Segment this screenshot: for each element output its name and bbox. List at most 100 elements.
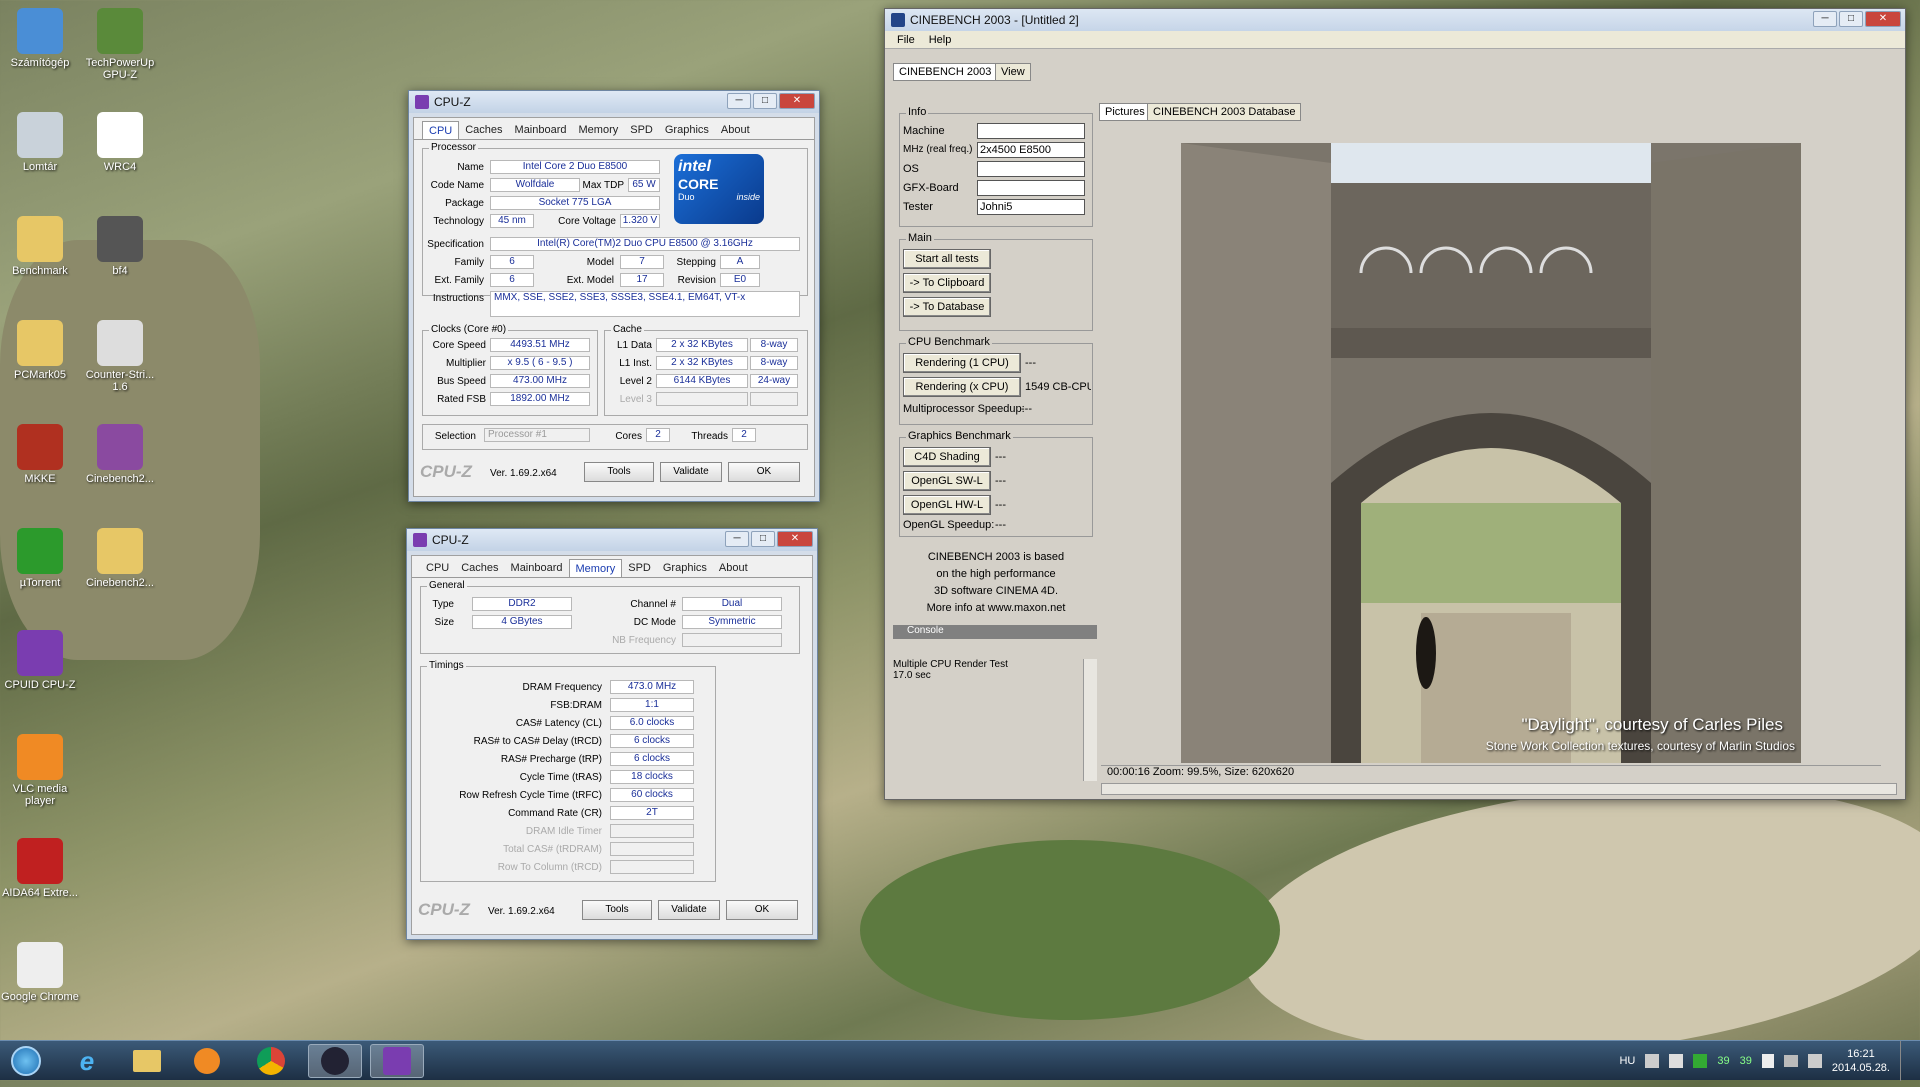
cpuz-icon xyxy=(17,630,63,676)
close-button[interactable]: ✕ xyxy=(779,93,815,109)
desktop-icon[interactable]: Lomtár xyxy=(0,112,80,173)
label: DC Mode xyxy=(633,617,676,628)
tab-mainboard[interactable]: Mainboard xyxy=(509,121,573,139)
desktop-icon[interactable]: MKKE xyxy=(0,424,80,485)
timing-label: DRAM Idle Timer xyxy=(525,826,602,837)
desktop-icon[interactable]: bf4 xyxy=(80,216,160,277)
desktop-icon[interactable]: WRC4 xyxy=(80,112,160,173)
clock[interactable]: 16:21 2014.05.28. xyxy=(1832,1047,1890,1075)
ok-button[interactable]: OK xyxy=(726,900,798,920)
ie-taskbar-button[interactable]: e xyxy=(60,1044,114,1078)
tab-spd[interactable]: SPD xyxy=(622,559,657,577)
menu-file[interactable]: File xyxy=(897,34,915,46)
gfx-input[interactable] xyxy=(977,180,1085,196)
desktop-icon[interactable]: Google Chrome xyxy=(0,942,80,1003)
close-button[interactable]: ✕ xyxy=(1865,11,1901,27)
tab-cinebench[interactable]: CINEBENCH 2003 xyxy=(893,63,998,81)
tools-button[interactable]: Tools xyxy=(582,900,652,920)
desktop-icon[interactable]: CPUID CPU-Z xyxy=(0,630,80,691)
minimize-button[interactable]: ─ xyxy=(1813,11,1837,27)
volume-icon[interactable] xyxy=(1807,1054,1822,1068)
label: Stepping xyxy=(676,257,716,268)
tab-view[interactable]: View xyxy=(995,63,1031,81)
tab-cpu[interactable]: CPU xyxy=(420,559,455,577)
clock-time: 16:21 xyxy=(1847,1048,1875,1060)
tab-graphics[interactable]: Graphics xyxy=(657,559,713,577)
validate-button[interactable]: Validate xyxy=(658,900,720,920)
menu-help[interactable]: Help xyxy=(929,34,952,46)
cinebench-titlebar[interactable]: CINEBENCH 2003 - [Untitled 2] ─ □ ✕ xyxy=(885,9,1905,31)
console-scrollbar[interactable] xyxy=(1083,659,1097,781)
os-input[interactable] xyxy=(977,161,1085,177)
timing-label: Row Refresh Cycle Time (tRFC) xyxy=(459,790,602,801)
to-database-button[interactable]: -> To Database xyxy=(903,297,991,317)
maximize-button[interactable]: □ xyxy=(751,531,775,547)
desktop-icon-label: CPUID CPU-Z xyxy=(4,679,76,691)
desktop-icon[interactable]: Cinebench2... xyxy=(80,528,160,589)
desktop-icon[interactable]: TechPowerUp GPU-Z xyxy=(80,8,160,81)
tab-graphics[interactable]: Graphics xyxy=(659,121,715,139)
minimize-button[interactable]: ─ xyxy=(727,93,751,109)
desktop-icon[interactable]: Számítógép xyxy=(0,8,80,69)
l1d-way-field: 8-way xyxy=(750,338,798,352)
close-button[interactable]: ✕ xyxy=(777,531,813,547)
start-all-tests-button[interactable]: Start all tests xyxy=(903,249,991,269)
processor-select[interactable]: Processor #1 xyxy=(484,428,590,442)
mediaplayer-taskbar-button[interactable] xyxy=(180,1044,234,1078)
cinebench-app-icon xyxy=(891,13,905,27)
validate-button[interactable]: Validate xyxy=(660,462,722,482)
tab-database[interactable]: CINEBENCH 2003 Database xyxy=(1147,103,1302,121)
opengl-sw-button[interactable]: OpenGL SW-L xyxy=(903,471,991,491)
ok-button[interactable]: OK xyxy=(728,462,800,482)
chrome-taskbar-button[interactable] xyxy=(244,1044,298,1078)
start-button[interactable] xyxy=(4,1044,48,1078)
cinebench-taskbar-button[interactable] xyxy=(308,1044,362,1078)
desktop-icon[interactable]: VLC media player xyxy=(0,734,80,807)
desktop-icon[interactable]: Cinebench2... xyxy=(80,424,160,485)
tools-button[interactable]: Tools xyxy=(584,462,654,482)
tab-about[interactable]: About xyxy=(713,559,754,577)
tab-cpu[interactable]: CPU xyxy=(422,121,460,139)
rendering-xcpu-button[interactable]: Rendering (x CPU) xyxy=(903,377,1021,397)
mhz-input[interactable]: 2x4500 E8500 xyxy=(977,142,1085,158)
maximize-button[interactable]: □ xyxy=(753,93,777,109)
tab-about[interactable]: About xyxy=(715,121,756,139)
desktop-icon[interactable]: AIDA64 Extre... xyxy=(0,838,80,899)
signal-icon[interactable] xyxy=(1783,1055,1798,1067)
horizontal-scrollbar[interactable] xyxy=(1101,783,1897,795)
rendering-1cpu-button[interactable]: Rendering (1 CPU) xyxy=(903,353,1021,373)
tester-input[interactable]: Johni5 xyxy=(977,199,1085,215)
cpuz1-titlebar[interactable]: CPU-Z ─ □ ✕ xyxy=(409,91,819,113)
language-indicator[interactable]: HU xyxy=(1619,1055,1635,1067)
tab-spd[interactable]: SPD xyxy=(624,121,659,139)
show-desktop-button[interactable] xyxy=(1900,1041,1912,1081)
tray-app-icon[interactable] xyxy=(1669,1054,1684,1068)
machine-input[interactable] xyxy=(977,123,1085,139)
shield-icon[interactable] xyxy=(1693,1054,1708,1068)
maximize-button[interactable]: □ xyxy=(1839,11,1863,27)
cpuz2-titlebar[interactable]: CPU-Z ─ □ ✕ xyxy=(407,529,817,551)
desktop-icon[interactable]: PCMark05 xyxy=(0,320,80,381)
minimize-button[interactable]: ─ xyxy=(725,531,749,547)
to-clipboard-button[interactable]: -> To Clipboard xyxy=(903,273,991,293)
group-title: Info xyxy=(906,106,929,118)
extmodel-field: 17 xyxy=(620,273,664,287)
cpuz-app-icon xyxy=(413,533,427,547)
desktop-icon[interactable]: Counter-Stri... 1.6 xyxy=(80,320,160,393)
explorer-taskbar-button[interactable] xyxy=(120,1044,174,1078)
opengl-hw-button[interactable]: OpenGL HW-L xyxy=(903,495,991,515)
tab-pictures[interactable]: Pictures xyxy=(1099,103,1151,121)
about-line: on the high performance xyxy=(936,568,1056,580)
network-icon[interactable] xyxy=(1645,1054,1660,1068)
cpuz-taskbar-button[interactable] xyxy=(370,1044,424,1078)
tab-caches[interactable]: Caches xyxy=(459,121,508,139)
tab-memory[interactable]: Memory xyxy=(568,559,623,577)
flag-icon[interactable] xyxy=(1761,1054,1774,1068)
desktop-icon[interactable]: Benchmark xyxy=(0,216,80,277)
c4d-shading-button[interactable]: C4D Shading xyxy=(903,447,991,467)
desktop-icon[interactable]: µTorrent xyxy=(0,528,80,589)
tab-memory[interactable]: Memory xyxy=(573,121,625,139)
tab-caches[interactable]: Caches xyxy=(455,559,504,577)
memsize-field: 4 GBytes xyxy=(472,615,572,629)
tab-mainboard[interactable]: Mainboard xyxy=(505,559,569,577)
